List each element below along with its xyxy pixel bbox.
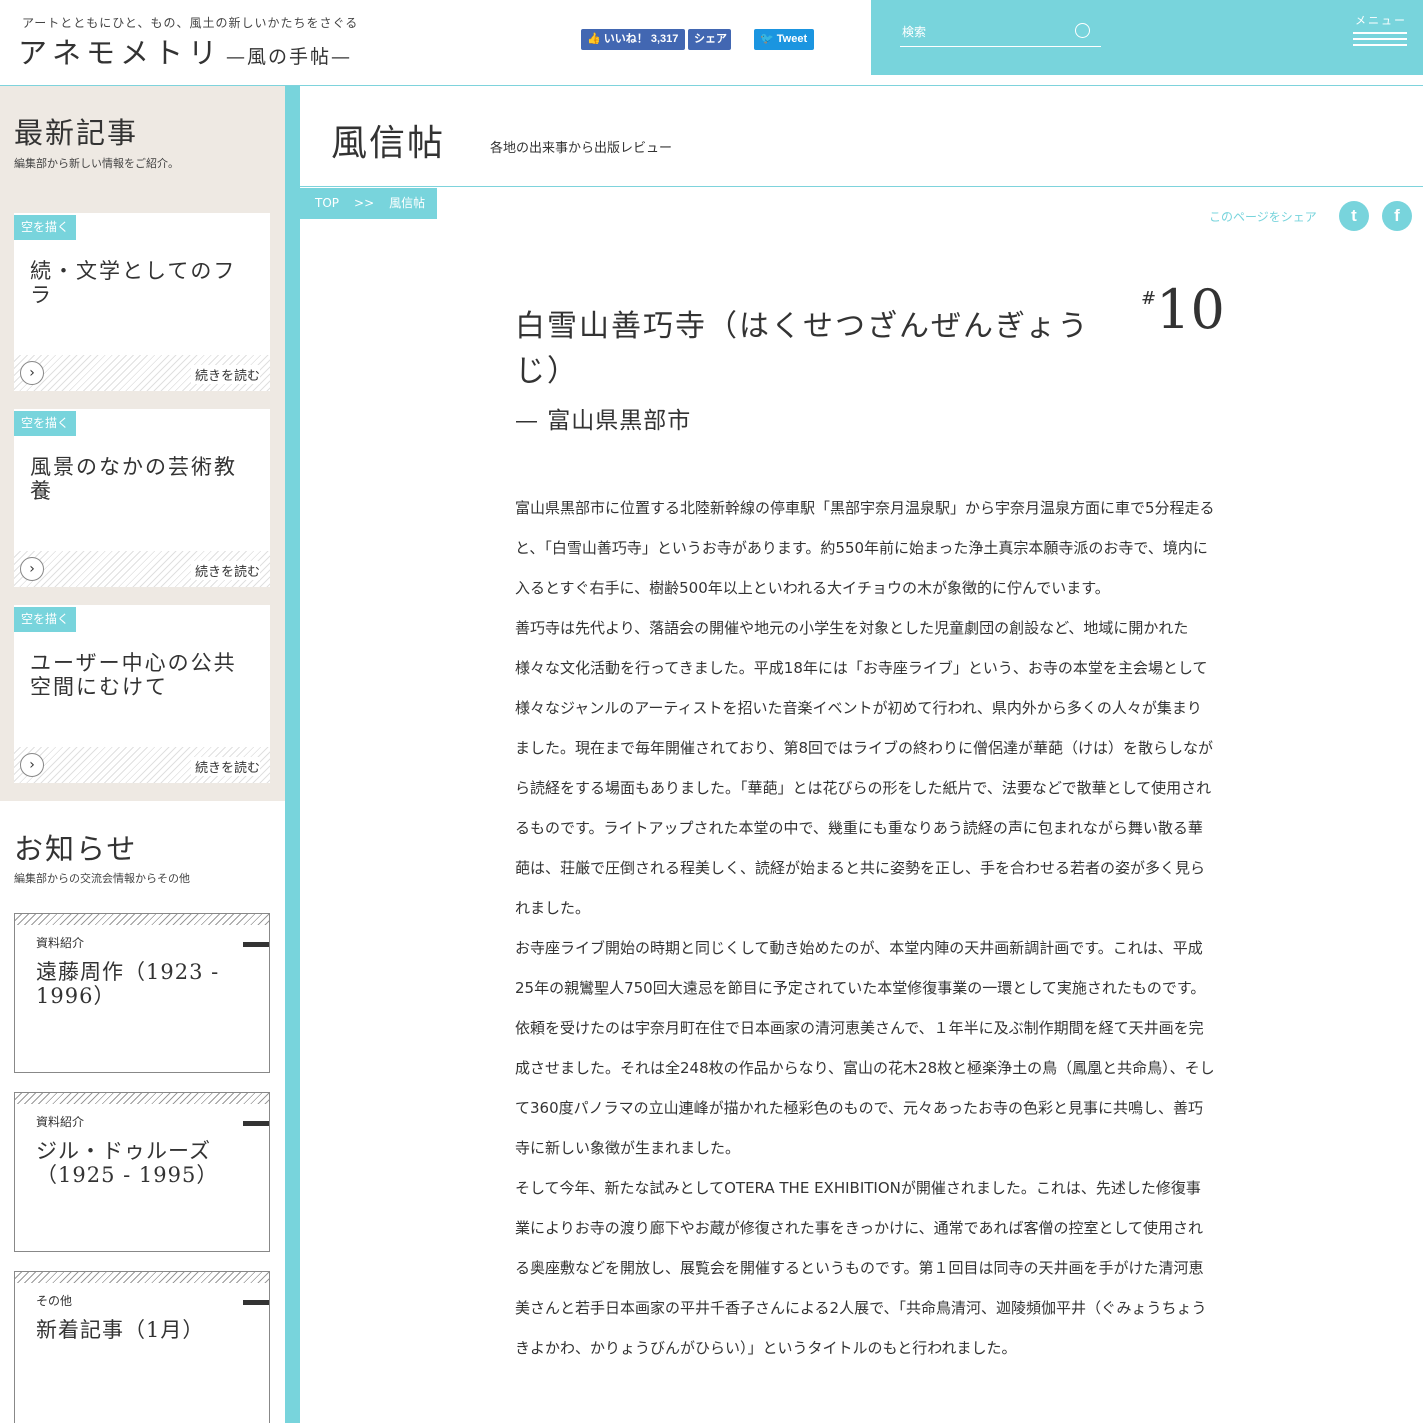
notices-title: お知らせ	[14, 832, 138, 866]
notices-subtitle: 編集部からの交流会情報からその他	[14, 872, 190, 885]
search-panel: メニュー	[871, 0, 1423, 75]
read-more-link[interactable]: 続きを読む	[190, 365, 260, 384]
main-header: 風信帖 各地の出来事から出版レビュー	[300, 86, 1423, 187]
read-more-bar[interactable]: › 続きを読む	[14, 551, 270, 587]
twitter-bird-icon: 🐦	[760, 33, 774, 45]
menu-label: メニュー	[1355, 14, 1407, 27]
read-more-bar[interactable]: › 続きを読む	[14, 747, 270, 783]
article-card-title[interactable]: 続・文学としてのフラ	[30, 259, 255, 307]
read-more-link[interactable]: 続きを読む	[190, 757, 260, 776]
notice-category: その他	[36, 1294, 73, 1308]
notice-card-stripe	[15, 1093, 269, 1104]
latest-articles-subtitle: 編集部から新しい情報をご紹介。	[14, 157, 179, 170]
notice-card-stripe	[15, 914, 269, 925]
chevron-right-icon[interactable]: ›	[20, 753, 44, 777]
read-more-link[interactable]: 続きを読む	[190, 561, 260, 580]
article-body: 富山県黒部市に位置する北陸新幹線の停車駅「黒部宇奈月温泉駅」から宇奈月温泉方面に…	[515, 488, 1215, 1368]
facebook-like-label: いいね！ 3,317	[603, 33, 679, 45]
notice-card-marker	[243, 1300, 269, 1305]
notice-category: 資料紹介	[36, 936, 85, 950]
latest-article-card[interactable]: 空を描く ユーザー中心の公共空間にむけて › 続きを読む	[14, 605, 270, 783]
site-logo[interactable]: アネモメトリ —風の手帖—	[18, 30, 352, 72]
notice-card[interactable]: 資料紹介 遠藤周作（1923 - 1996）	[14, 913, 270, 1073]
article-tag[interactable]: 空を描く	[14, 411, 77, 436]
site-header: アートとともにひと、もの、風土の新しいかたちをさぐる アネモメトリ —風の手帖— …	[0, 0, 1423, 86]
breadcrumb-current[interactable]: 風信帖	[389, 196, 425, 210]
latest-articles-section: 最新記事 編集部から新しい情報をご紹介。 空を描く 続・文学としてのフラ › 続…	[0, 86, 285, 801]
hamburger-menu-icon[interactable]	[1353, 32, 1407, 48]
page-subtitle: 各地の出来事から出版レビュー	[490, 141, 673, 156]
tweet-button[interactable]: 🐦 Tweet	[754, 29, 814, 50]
article-tag[interactable]: 空を描く	[14, 215, 77, 240]
facebook-share-icon[interactable]: f	[1382, 201, 1412, 231]
thumbs-up-icon: 👍	[587, 33, 601, 45]
site-tagline: アートとともにひと、もの、風土の新しいかたちをさぐる	[22, 16, 359, 30]
notice-title[interactable]: ジル・ドゥルーズ（1925 - 1995）	[36, 1139, 256, 1187]
article-paragraph: お寺座ライブ開始の時期と同じくして動き始めたのが、本堂内陣の天井画新調計画です。…	[515, 939, 1215, 1157]
search-input[interactable]	[902, 20, 1070, 44]
article-paragraph: そして今年、新たな試みとしてOTERA THE EXHIBITIONが開催されま…	[515, 1179, 1207, 1357]
search-icon[interactable]	[1075, 23, 1090, 38]
article-card-title[interactable]: 風景のなかの芸術教養	[30, 455, 255, 503]
logo-sub-text: —風の手帖—	[226, 46, 353, 68]
notice-card-marker	[243, 942, 269, 947]
chevron-right-icon[interactable]: ›	[20, 557, 44, 581]
article-card-title[interactable]: ユーザー中心の公共空間にむけて	[30, 651, 255, 699]
share-page-label: このページをシェア	[1209, 210, 1317, 224]
tweet-label: Tweet	[776, 33, 808, 45]
sidebar-divider	[285, 86, 300, 1423]
latest-articles-title: 最新記事	[14, 116, 139, 150]
notice-card[interactable]: 資料紹介 ジル・ドゥルーズ（1925 - 1995）	[14, 1092, 270, 1252]
facebook-share-button[interactable]: シェア	[688, 29, 731, 50]
article-paragraph: 富山県黒部市に位置する北陸新幹線の停車駅「黒部宇奈月温泉駅」から宇奈月温泉方面に…	[515, 499, 1215, 597]
sidebar: 最新記事 編集部から新しい情報をご紹介。 空を描く 続・文学としてのフラ › 続…	[0, 86, 285, 1423]
facebook-like-button[interactable]: 👍 いいね！ 3,317	[581, 29, 685, 50]
notice-card-stripe	[15, 1272, 269, 1283]
article-number: #10	[1141, 278, 1225, 341]
breadcrumb-separator: >>	[354, 196, 375, 210]
latest-article-card[interactable]: 空を描く 風景のなかの芸術教養 › 続きを読む	[14, 409, 270, 587]
notice-category: 資料紹介	[36, 1115, 85, 1129]
read-more-bar[interactable]: › 続きを読む	[14, 355, 270, 391]
latest-article-card[interactable]: 空を描く 続・文学としてのフラ › 続きを読む	[14, 213, 270, 391]
article-paragraph: 善巧寺は先代より、落語会の開催や地元の小学生を対象とした児童劇団の創設など、地域…	[515, 619, 1214, 917]
logo-main-text: アネモメトリ	[18, 36, 223, 70]
notice-title[interactable]: 新着記事（1月）	[36, 1318, 256, 1342]
breadcrumb-top-link[interactable]: TOP	[315, 196, 339, 210]
notice-card[interactable]: その他 新着記事（1月）	[14, 1271, 270, 1423]
breadcrumb: TOP >> 風信帖	[300, 188, 437, 219]
article-title: 白雪山善巧寺（はくせつざんぜんぎょうじ）	[515, 309, 1090, 389]
article-tag[interactable]: 空を描く	[14, 607, 77, 632]
search-box	[900, 18, 1101, 47]
article-number-hash: #	[1141, 288, 1157, 309]
chevron-right-icon[interactable]: ›	[20, 361, 44, 385]
notice-card-marker	[243, 1121, 269, 1126]
article-location: — 富山県黒部市	[515, 408, 692, 434]
twitter-share-icon[interactable]: t	[1339, 201, 1369, 231]
article-number-value: 10	[1156, 278, 1225, 341]
notice-title[interactable]: 遠藤周作（1923 - 1996）	[36, 960, 256, 1008]
page-title: 風信帖	[331, 123, 446, 164]
